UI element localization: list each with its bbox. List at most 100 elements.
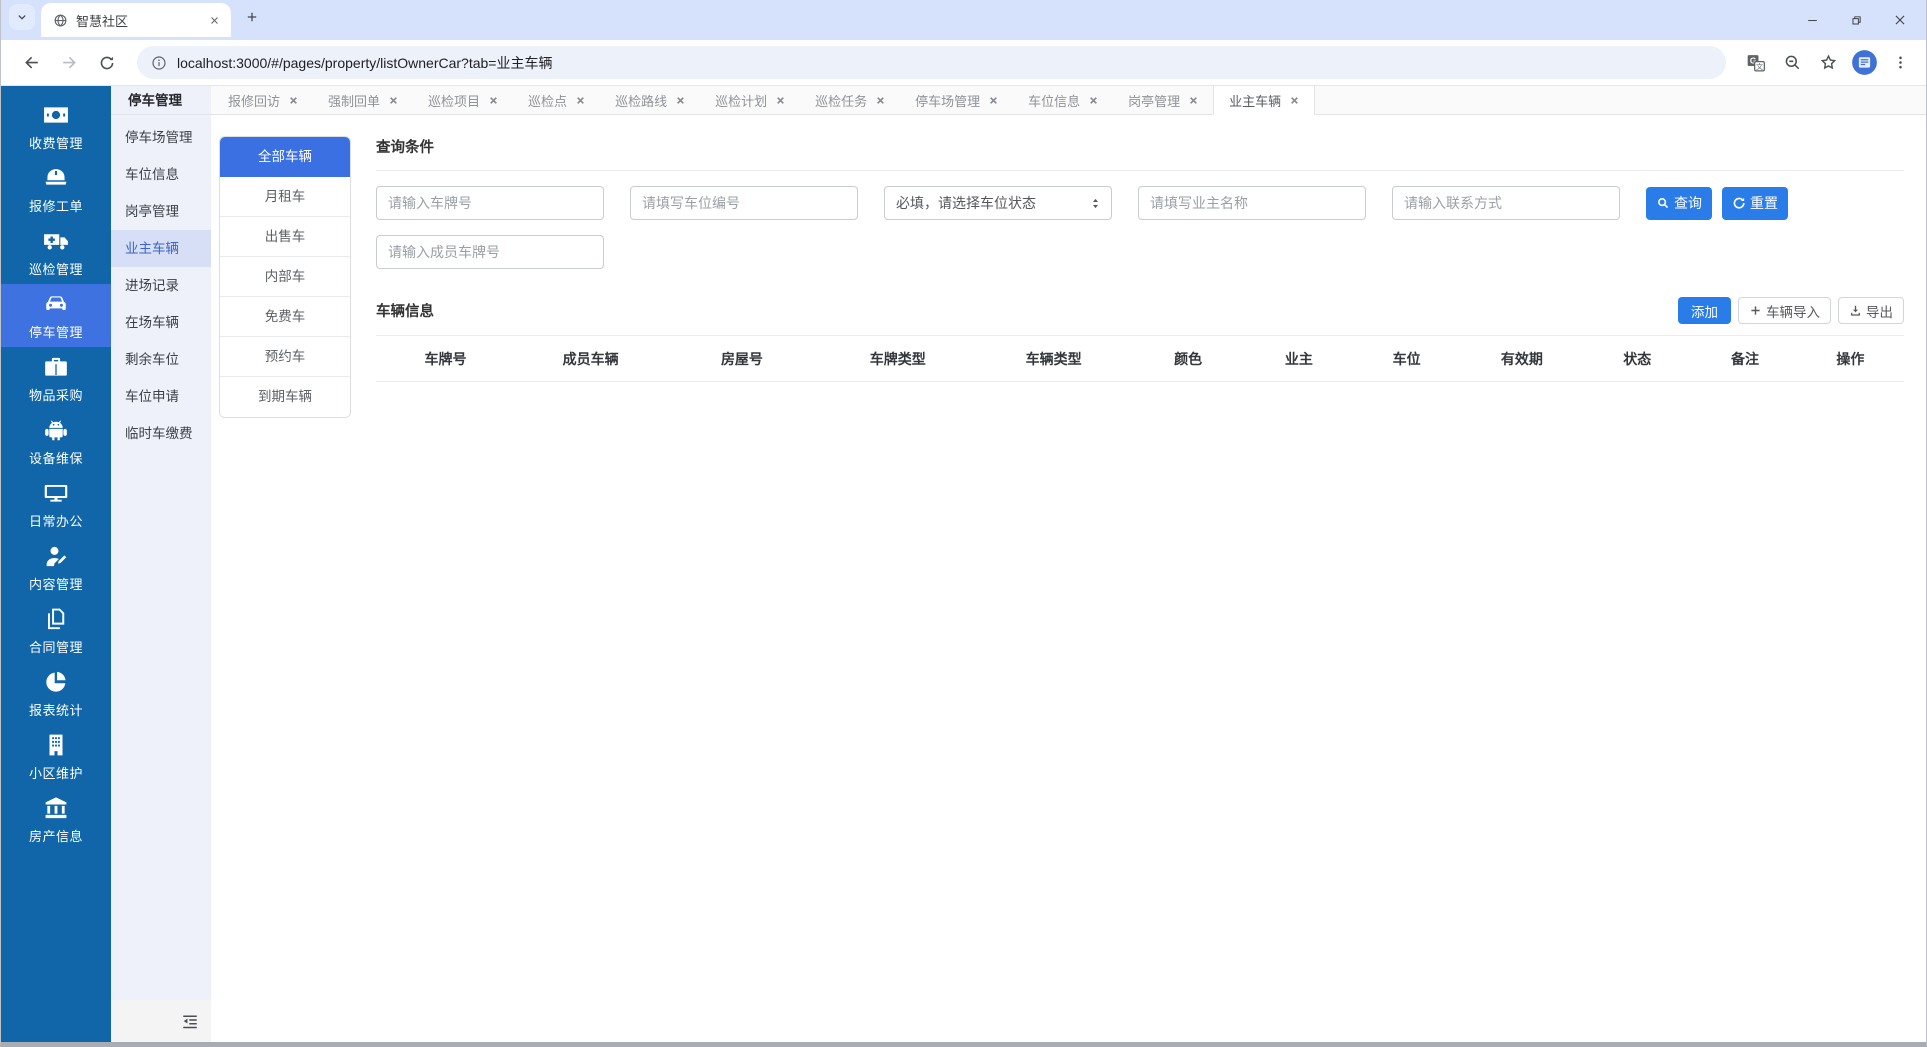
submenu-item[interactable]: 车位申请 <box>111 378 211 415</box>
vehicle-type-tab[interactable]: 全部车辆 <box>220 137 350 177</box>
vehicle-type-tab[interactable]: 预约车 <box>220 337 350 377</box>
add-button[interactable]: 添加 <box>1678 297 1731 324</box>
browser-titlebar: 智慧社区 <box>1 0 1926 40</box>
page-tab[interactable]: 巡检项目 <box>413 86 513 114</box>
sidebar-item[interactable]: 小区维护 <box>1 725 111 788</box>
sidebar-item[interactable]: 内容管理 <box>1 536 111 599</box>
sidebar-item[interactable]: 设备维保 <box>1 410 111 473</box>
plus-icon <box>1749 304 1762 317</box>
user-edit-icon <box>43 543 69 569</box>
vehicle-info-header: 车辆信息 添加 车辆导入 导出 <box>376 297 1904 324</box>
sidebar-item[interactable]: 报表统计 <box>1 662 111 725</box>
vehicle-type-tab[interactable]: 月租车 <box>220 177 350 217</box>
search-icon <box>1656 196 1670 210</box>
sidebar-item[interactable]: 报修工单 <box>1 158 111 221</box>
repair-helmet-icon <box>43 165 69 191</box>
sidebar-item[interactable]: 巡检管理 <box>1 221 111 284</box>
submenu-item[interactable]: 剩余车位 <box>111 341 211 378</box>
page-tab[interactable]: 停车场管理 <box>900 86 1013 114</box>
extension-avatar-icon[interactable] <box>1848 47 1880 79</box>
tab-search-chevron-button[interactable] <box>9 4 35 30</box>
page-tab[interactable]: 巡检计划 <box>700 86 800 114</box>
refresh-button[interactable] <box>91 47 123 79</box>
table-column-header: 操作 <box>1797 349 1904 369</box>
tab-close-icon[interactable] <box>876 96 885 105</box>
submenu-item[interactable]: 在场车辆 <box>111 304 211 341</box>
minimize-button[interactable] <box>1790 0 1834 40</box>
contact-input[interactable] <box>1392 186 1620 220</box>
forward-button[interactable] <box>53 47 85 79</box>
browser-tab[interactable]: 智慧社区 <box>41 3 231 37</box>
tab-close-icon[interactable] <box>989 96 998 105</box>
collapse-sidebar-icon[interactable] <box>181 1012 199 1030</box>
divider <box>376 170 1904 171</box>
tab-close-icon[interactable] <box>776 96 785 105</box>
vehicle-type-tab[interactable]: 出售车 <box>220 217 350 257</box>
tab-close-icon[interactable] <box>576 96 585 105</box>
tab-close-icon[interactable] <box>289 96 298 105</box>
url-bar[interactable]: localhost:3000/#/pages/property/listOwne… <box>137 46 1726 79</box>
tab-close-icon[interactable] <box>1189 96 1198 105</box>
table-column-header: 备注 <box>1693 349 1797 369</box>
tab-close-icon[interactable] <box>676 96 685 105</box>
secondary-sidebar: 停车管理 停车场管理 车位信息 岗亭管理 业主车辆 <box>111 86 211 1042</box>
vehicle-import-button[interactable]: 车辆导入 <box>1738 297 1831 324</box>
plate-number-input[interactable] <box>376 186 604 220</box>
owner-name-input[interactable] <box>1138 186 1366 220</box>
back-button[interactable] <box>15 47 47 79</box>
menu-dots-icon[interactable] <box>1884 47 1916 79</box>
submenu-item[interactable]: 停车场管理 <box>111 119 211 156</box>
submenu-item[interactable]: 临时车缴费 <box>111 415 211 452</box>
zoom-out-icon[interactable] <box>1776 47 1808 79</box>
sidebar-item[interactable]: 收费管理 <box>1 95 111 158</box>
page-tab[interactable]: 巡检任务 <box>800 86 900 114</box>
submenu-item[interactable]: 业主车辆 <box>111 230 211 267</box>
tab-close-icon[interactable] <box>389 96 398 105</box>
new-tab-button[interactable] <box>239 4 265 30</box>
sidebar-item[interactable]: 合同管理 <box>1 599 111 662</box>
page-content: 全部车辆 月租车 出售车 内部车 <box>211 115 1926 1042</box>
tab-close-icon[interactable] <box>1089 96 1098 105</box>
tab-close-icon[interactable] <box>1290 96 1299 105</box>
query-section-title: 查询条件 <box>376 136 1904 157</box>
bookmark-star-icon[interactable] <box>1812 47 1844 79</box>
parking-space-number-input[interactable] <box>630 186 858 220</box>
vehicle-type-tab[interactable]: 免费车 <box>220 297 350 337</box>
vehicle-type-tab[interactable]: 到期车辆 <box>220 377 350 417</box>
member-plate-number-input[interactable] <box>376 235 604 269</box>
browser-navbar: localhost:3000/#/pages/property/listOwne… <box>1 40 1926 86</box>
parking-space-status-select[interactable]: 必填，请选择车位状态 <box>884 186 1112 220</box>
sidebar-item[interactable]: 日常办公 <box>1 473 111 536</box>
vehicle-type-tab[interactable]: 内部车 <box>220 257 350 297</box>
restore-button[interactable] <box>1834 0 1878 40</box>
close-button[interactable] <box>1878 0 1922 40</box>
table-column-header: 颜色 <box>1129 349 1247 369</box>
translate-icon[interactable]: G文 <box>1740 47 1772 79</box>
submenu-item[interactable]: 进场记录 <box>111 267 211 304</box>
tab-close-icon[interactable] <box>489 96 498 105</box>
chevron-down-icon <box>15 10 29 24</box>
info-icon[interactable] <box>151 55 167 71</box>
sidebar-item[interactable]: 物品采购 <box>1 347 111 410</box>
sidebar-item[interactable]: 房产信息 <box>1 788 111 851</box>
export-button[interactable]: 导出 <box>1838 297 1904 324</box>
page-tab[interactable]: 岗亭管理 <box>1113 86 1213 114</box>
globe-icon <box>53 13 68 28</box>
monitor-icon <box>43 480 69 506</box>
reset-button[interactable]: 重置 <box>1722 187 1788 220</box>
sidebar-item[interactable]: 停车管理 <box>1 284 111 347</box>
vehicle-info-buttons: 添加 车辆导入 导出 <box>1678 297 1904 324</box>
page-tab[interactable]: 业主车辆 <box>1213 86 1315 115</box>
pie-chart-icon <box>43 669 69 695</box>
page-tab[interactable]: 报修回访 <box>213 86 313 114</box>
page-tab[interactable]: 巡检点 <box>513 86 600 114</box>
page-tab[interactable]: 巡检路线 <box>600 86 700 114</box>
search-button[interactable]: 查询 <box>1646 187 1712 220</box>
page-tab[interactable]: 车位信息 <box>1013 86 1113 114</box>
query-row-1: 必填，请选择车位状态 查询 重置 <box>376 186 1904 220</box>
page-tab[interactable]: 强制回单 <box>313 86 413 114</box>
tab-close-icon[interactable] <box>205 11 223 29</box>
submenu-item[interactable]: 车位信息 <box>111 156 211 193</box>
browser-window: 智慧社区 localhost:3000/#/pages/property/lis… <box>0 0 1927 1047</box>
submenu-item[interactable]: 岗亭管理 <box>111 193 211 230</box>
